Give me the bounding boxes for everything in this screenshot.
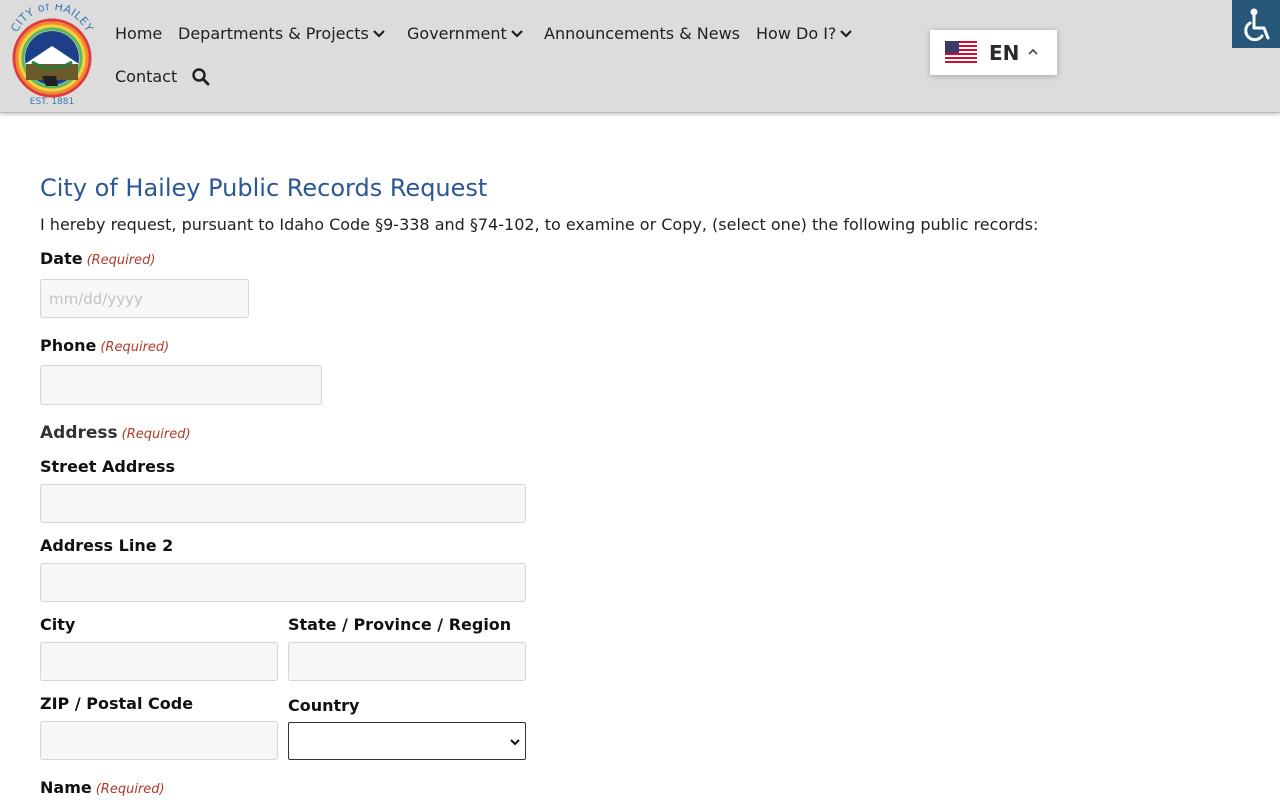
city-logo[interactable]: CITY of HAILEY EST. 1881 [6, 4, 98, 108]
state-field[interactable] [288, 642, 526, 681]
nav-home-label: Home [115, 24, 163, 43]
required-indicator: (Required) [100, 340, 170, 355]
nav-government-label: Government [407, 24, 507, 43]
state-label: State / Province / Region [288, 615, 512, 634]
zip-field[interactable] [40, 721, 278, 760]
chevron-down-icon [511, 30, 523, 38]
zip-label: ZIP / Postal Code [40, 694, 194, 713]
city-label: City [40, 615, 76, 634]
street-address-label: Street Address [40, 457, 176, 476]
accessibility-button[interactable] [1232, 0, 1280, 48]
country-select[interactable] [288, 722, 526, 760]
address-legend: Address (Required) [40, 423, 191, 445]
required-indicator: (Required) [121, 427, 191, 442]
nav-government[interactable]: Government [407, 24, 525, 44]
required-indicator: (Required) [86, 253, 156, 268]
nav-contact-label: Contact [115, 67, 178, 86]
address-legend-text: Address [40, 423, 118, 443]
page-title: City of Hailey Public Records Request [40, 174, 488, 202]
nav-announcements-news[interactable]: Announcements & News [544, 24, 740, 44]
search-icon[interactable] [191, 67, 211, 87]
date-field[interactable] [40, 279, 249, 318]
us-flag-icon [945, 41, 977, 65]
name-label-text: Name [40, 778, 92, 797]
nav-how-do-i[interactable]: How Do I? [756, 24, 854, 44]
address-line2-field[interactable] [40, 563, 526, 602]
date-label-text: Date [40, 249, 83, 268]
phone-label-text: Phone [40, 336, 97, 355]
city-field[interactable] [40, 642, 278, 681]
nav-departments-projects[interactable]: Departments & Projects [178, 24, 387, 44]
phone-label: Phone (Required) [40, 336, 169, 358]
language-code: EN [989, 41, 1020, 65]
chevron-down-icon [510, 739, 520, 746]
chevron-up-icon [1028, 48, 1038, 55]
country-label: Country [288, 696, 360, 715]
address-line2-label: Address Line 2 [40, 536, 174, 555]
site-header: CITY of HAILEY EST. 1881 Home Department… [0, 0, 1280, 113]
nav-announcements-label: Announcements & News [544, 24, 740, 43]
nav-departments-label: Departments & Projects [178, 24, 369, 43]
name-label: Name (Required) [40, 778, 165, 800]
chevron-down-icon [840, 30, 853, 38]
form-intro: I hereby request, pursuant to Idaho Code… [40, 215, 1039, 234]
required-indicator: (Required) [95, 782, 165, 797]
nav-contact[interactable]: Contact [115, 67, 177, 87]
date-label: Date (Required) [40, 249, 155, 271]
nav-howdoi-label: How Do I? [756, 24, 837, 43]
chevron-down-icon [373, 30, 385, 38]
phone-field[interactable] [40, 365, 322, 405]
language-selector[interactable]: EN [930, 30, 1057, 75]
nav-home[interactable]: Home [115, 24, 162, 44]
accessibility-icon [1244, 8, 1270, 42]
svg-text:EST. 1881: EST. 1881 [30, 97, 74, 107]
street-address-field[interactable] [40, 484, 526, 523]
